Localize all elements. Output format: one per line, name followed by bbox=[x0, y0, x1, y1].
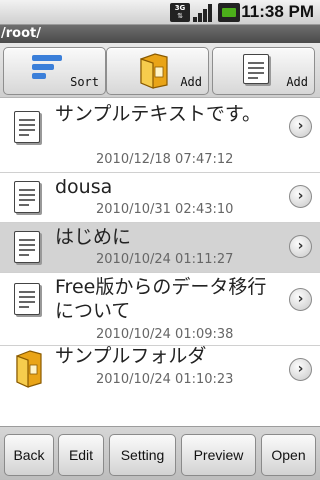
list-item[interactable]: dousa 2010/10/31 02:43:10 › bbox=[0, 173, 320, 223]
file-date: 2010/10/24 01:11:27 bbox=[96, 252, 234, 267]
setting-button[interactable]: Setting bbox=[109, 434, 176, 476]
add-folder-label: Add bbox=[180, 75, 202, 89]
current-path: /root/ bbox=[0, 25, 320, 43]
sort-icon bbox=[32, 55, 62, 79]
chevron-right-icon[interactable]: › bbox=[289, 288, 312, 311]
chevron-right-icon[interactable]: › bbox=[289, 115, 312, 138]
status-time: 11:38 PM bbox=[241, 2, 314, 21]
3g-data-icon: 3G ⇅ bbox=[170, 3, 190, 22]
list-item[interactable]: Free版からのデータ移行について 2010/10/24 01:09:38 › bbox=[0, 273, 320, 346]
chevron-right-icon[interactable]: › bbox=[289, 235, 312, 258]
chevron-right-icon[interactable]: › bbox=[289, 185, 312, 208]
bottom-bar: Back Edit Setting Preview Open bbox=[0, 426, 320, 480]
open-button[interactable]: Open bbox=[261, 434, 316, 476]
add-file-button[interactable]: Add bbox=[212, 47, 315, 95]
sort-label: Sort bbox=[70, 75, 99, 89]
add-folder-icon bbox=[140, 53, 168, 89]
file-date: 2010/12/18 07:47:12 bbox=[96, 152, 234, 167]
list-item[interactable]: サンプルフォルダ 2010/10/24 01:10:23 › bbox=[0, 345, 320, 392]
network-label: 3G bbox=[174, 4, 186, 12]
text-file-icon bbox=[14, 283, 40, 315]
file-name: dousa bbox=[55, 176, 113, 198]
file-name: はじめに bbox=[55, 226, 132, 248]
add-file-label: Add bbox=[286, 75, 308, 89]
file-list: サンプルテキストです。 2010/12/18 07:47:12 › dousa … bbox=[0, 98, 320, 392]
preview-button[interactable]: Preview bbox=[181, 434, 256, 476]
back-button[interactable]: Back bbox=[4, 434, 54, 476]
battery-icon bbox=[218, 3, 240, 22]
signal-icon bbox=[193, 3, 215, 22]
sort-button[interactable]: Sort bbox=[3, 47, 106, 95]
text-file-icon bbox=[14, 231, 40, 263]
text-file-icon bbox=[14, 111, 40, 143]
folder-name: サンプルフォルダ bbox=[55, 345, 207, 367]
chevron-right-icon[interactable]: › bbox=[289, 358, 312, 381]
list-item[interactable]: サンプルテキストです。 2010/12/18 07:47:12 › bbox=[0, 98, 320, 173]
add-file-icon bbox=[243, 54, 269, 84]
file-name: Free版からのデータ移行について bbox=[55, 276, 267, 322]
file-date: 2010/10/24 01:09:38 bbox=[96, 327, 234, 342]
list-item[interactable]: はじめに 2010/10/24 01:11:27 › bbox=[0, 223, 320, 273]
status-bar: 3G ⇅ 11:38 PM bbox=[0, 0, 320, 25]
folder-icon bbox=[16, 350, 42, 388]
add-folder-button[interactable]: Add bbox=[106, 47, 209, 95]
file-name: サンプルテキストです。 bbox=[55, 103, 261, 125]
file-date: 2010/10/31 02:43:10 bbox=[96, 202, 234, 217]
text-file-icon bbox=[14, 181, 40, 213]
status-icons: 3G ⇅ bbox=[170, 3, 240, 22]
folder-date: 2010/10/24 01:10:23 bbox=[96, 372, 234, 387]
edit-button[interactable]: Edit bbox=[58, 434, 104, 476]
toolbar: Sort Add Add bbox=[0, 43, 320, 98]
